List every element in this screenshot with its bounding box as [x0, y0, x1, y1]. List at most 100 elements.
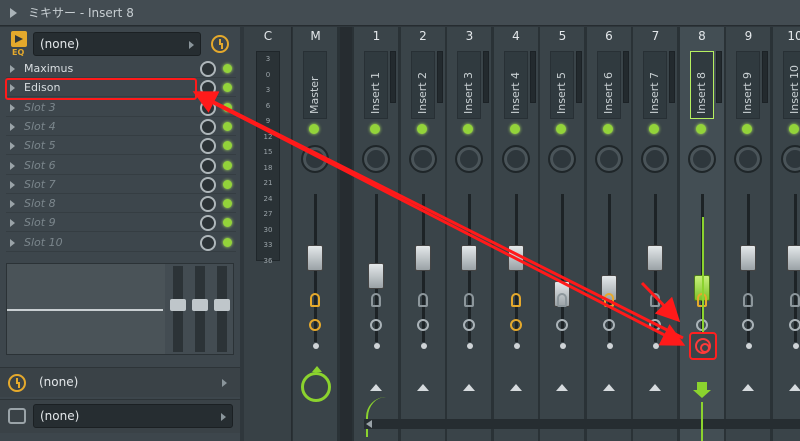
master-link-lamp-icon[interactable]: [310, 293, 320, 307]
insert-dot[interactable]: [653, 343, 659, 349]
insert-fader[interactable]: [368, 263, 384, 290]
insert-link-lamp-icon[interactable]: [603, 293, 614, 307]
insert-strip-10[interactable]: 10 Insert 10: [772, 27, 800, 441]
eq-band-1-slider[interactable]: [170, 266, 186, 352]
insert-link-lamp-icon[interactable]: [417, 293, 428, 307]
eq-band-2-slider[interactable]: [192, 266, 208, 352]
effect-slot-5[interactable]: Slot 5: [6, 137, 236, 156]
send-arrow-icon[interactable]: [556, 384, 568, 391]
insert-pan-knob[interactable]: [687, 145, 716, 173]
insert-dot[interactable]: [560, 343, 566, 349]
insert-link-lamp-icon[interactable]: [510, 293, 521, 307]
insert-clock-icon[interactable]: [463, 319, 475, 331]
current-track-strip[interactable]: C 3 0 3 6 9 12 15 18 21 24 27 30 33 36: [244, 27, 292, 441]
insert-clock-icon[interactable]: [602, 319, 615, 331]
insert-dot[interactable]: [606, 343, 613, 349]
insert-pan-knob[interactable]: [780, 145, 800, 173]
slot-expand-icon[interactable]: [10, 238, 15, 247]
master-pan-knob[interactable]: [301, 145, 329, 173]
insert-dot[interactable]: [420, 343, 427, 349]
input-dropdown[interactable]: (none): [33, 32, 201, 56]
slot-expand-icon[interactable]: [10, 219, 15, 228]
slot-expand-icon[interactable]: [10, 65, 15, 73]
insert-dot[interactable]: [792, 343, 799, 349]
slot-mix-knob[interactable]: [200, 234, 216, 251]
eq-input-icon[interactable]: EQ: [8, 31, 30, 59]
insert-pan-knob[interactable]: [548, 145, 576, 173]
slot-enable-led[interactable]: [223, 121, 232, 131]
insert-enable-led[interactable]: [788, 124, 799, 134]
effect-slot-8[interactable]: Slot 8: [6, 195, 236, 214]
insert-link-lamp-icon[interactable]: [371, 293, 381, 307]
insert-enable-led[interactable]: [649, 124, 659, 134]
insert-clock-icon[interactable]: [649, 319, 661, 331]
slot-mix-knob[interactable]: [200, 80, 216, 97]
slot-enable-led[interactable]: [223, 218, 232, 228]
send-arrow-icon[interactable]: [463, 384, 475, 391]
insert-clock-icon[interactable]: [509, 319, 522, 331]
effect-slot-10[interactable]: Slot 10: [6, 234, 236, 252]
effect-slot-4[interactable]: Slot 4: [6, 118, 236, 136]
insert-pan-knob[interactable]: [362, 145, 390, 173]
insert-fader[interactable]: [786, 245, 800, 272]
slot-mix-knob[interactable]: [200, 176, 216, 193]
insert-link-lamp-icon[interactable]: [743, 293, 753, 307]
slot-mix-knob[interactable]: [200, 99, 216, 116]
master-fader[interactable]: [307, 245, 323, 272]
slot-expand-icon[interactable]: [10, 200, 15, 209]
eq-band-3-slider[interactable]: [214, 266, 230, 352]
send-arrow-icon[interactable]: [742, 384, 754, 391]
effect-slot-3[interactable]: Slot 3: [6, 99, 236, 117]
insert-enable-led[interactable]: [556, 124, 566, 134]
send-arrow-icon[interactable]: [649, 384, 661, 391]
slot-expand-icon[interactable]: [10, 180, 15, 189]
effect-slot-7[interactable]: Slot 7: [6, 176, 236, 194]
insert-link-lamp-icon[interactable]: [557, 293, 567, 307]
insert-pan-knob[interactable]: [734, 145, 762, 173]
master-clock-icon[interactable]: [309, 319, 321, 331]
latency-clock-icon[interactable]: [211, 35, 229, 53]
output-clock-icon[interactable]: [8, 374, 26, 392]
insert-strip-6[interactable]: 6 Insert 6: [586, 27, 632, 441]
insert-dot[interactable]: [467, 343, 473, 349]
window-menu-icon[interactable]: [10, 8, 17, 18]
slot-expand-icon[interactable]: [10, 103, 15, 112]
insert-pan-knob[interactable]: [641, 145, 669, 173]
slot-enable-led[interactable]: [223, 199, 232, 209]
slot-enable-led[interactable]: [223, 83, 232, 93]
insert-enable-led[interactable]: [509, 124, 520, 134]
insert-dot[interactable]: [374, 343, 380, 349]
slot-enable-led[interactable]: [223, 64, 232, 73]
insert-fader[interactable]: [461, 245, 477, 272]
send-arrow-icon[interactable]: [370, 384, 382, 391]
insert-enable-led[interactable]: [370, 124, 380, 134]
send-arrow-icon[interactable]: [416, 384, 429, 391]
insert-link-lamp-icon[interactable]: [464, 293, 474, 307]
slot-enable-led[interactable]: [223, 102, 232, 112]
insert-fader[interactable]: [414, 245, 431, 272]
sidechain-send-button[interactable]: [688, 332, 717, 360]
scroll-left-icon[interactable]: [366, 420, 372, 428]
insert-clock-icon[interactable]: [370, 319, 382, 331]
insert-fader[interactable]: [647, 245, 663, 272]
send-arrow-icon[interactable]: [509, 384, 522, 391]
insert-enable-led[interactable]: [416, 124, 427, 134]
slot-mix-knob[interactable]: [200, 61, 216, 77]
eq-graph[interactable]: [7, 264, 165, 354]
slot-enable-led[interactable]: [223, 179, 232, 189]
slot-mix-knob[interactable]: [200, 118, 216, 135]
insert-8-down-arrow-icon[interactable]: [692, 382, 711, 398]
insert-strip-3[interactable]: 3 Insert 3: [447, 27, 492, 441]
insert-pan-knob[interactable]: [594, 145, 623, 173]
insert-clock-icon[interactable]: [416, 319, 429, 331]
mixer-scrollbar[interactable]: [364, 419, 800, 429]
slot-expand-icon[interactable]: [10, 142, 15, 151]
master-dot[interactable]: [313, 343, 319, 349]
insert-enable-led[interactable]: [463, 124, 473, 134]
slot-mix-knob[interactable]: [200, 196, 216, 213]
slot-expand-icon[interactable]: [10, 122, 15, 131]
effect-slot-6[interactable]: Slot 6: [6, 157, 236, 175]
insert-strip-4[interactable]: 4 Insert 4: [493, 27, 539, 441]
insert-enable-led[interactable]: [742, 124, 752, 134]
slot-enable-led[interactable]: [223, 237, 232, 247]
